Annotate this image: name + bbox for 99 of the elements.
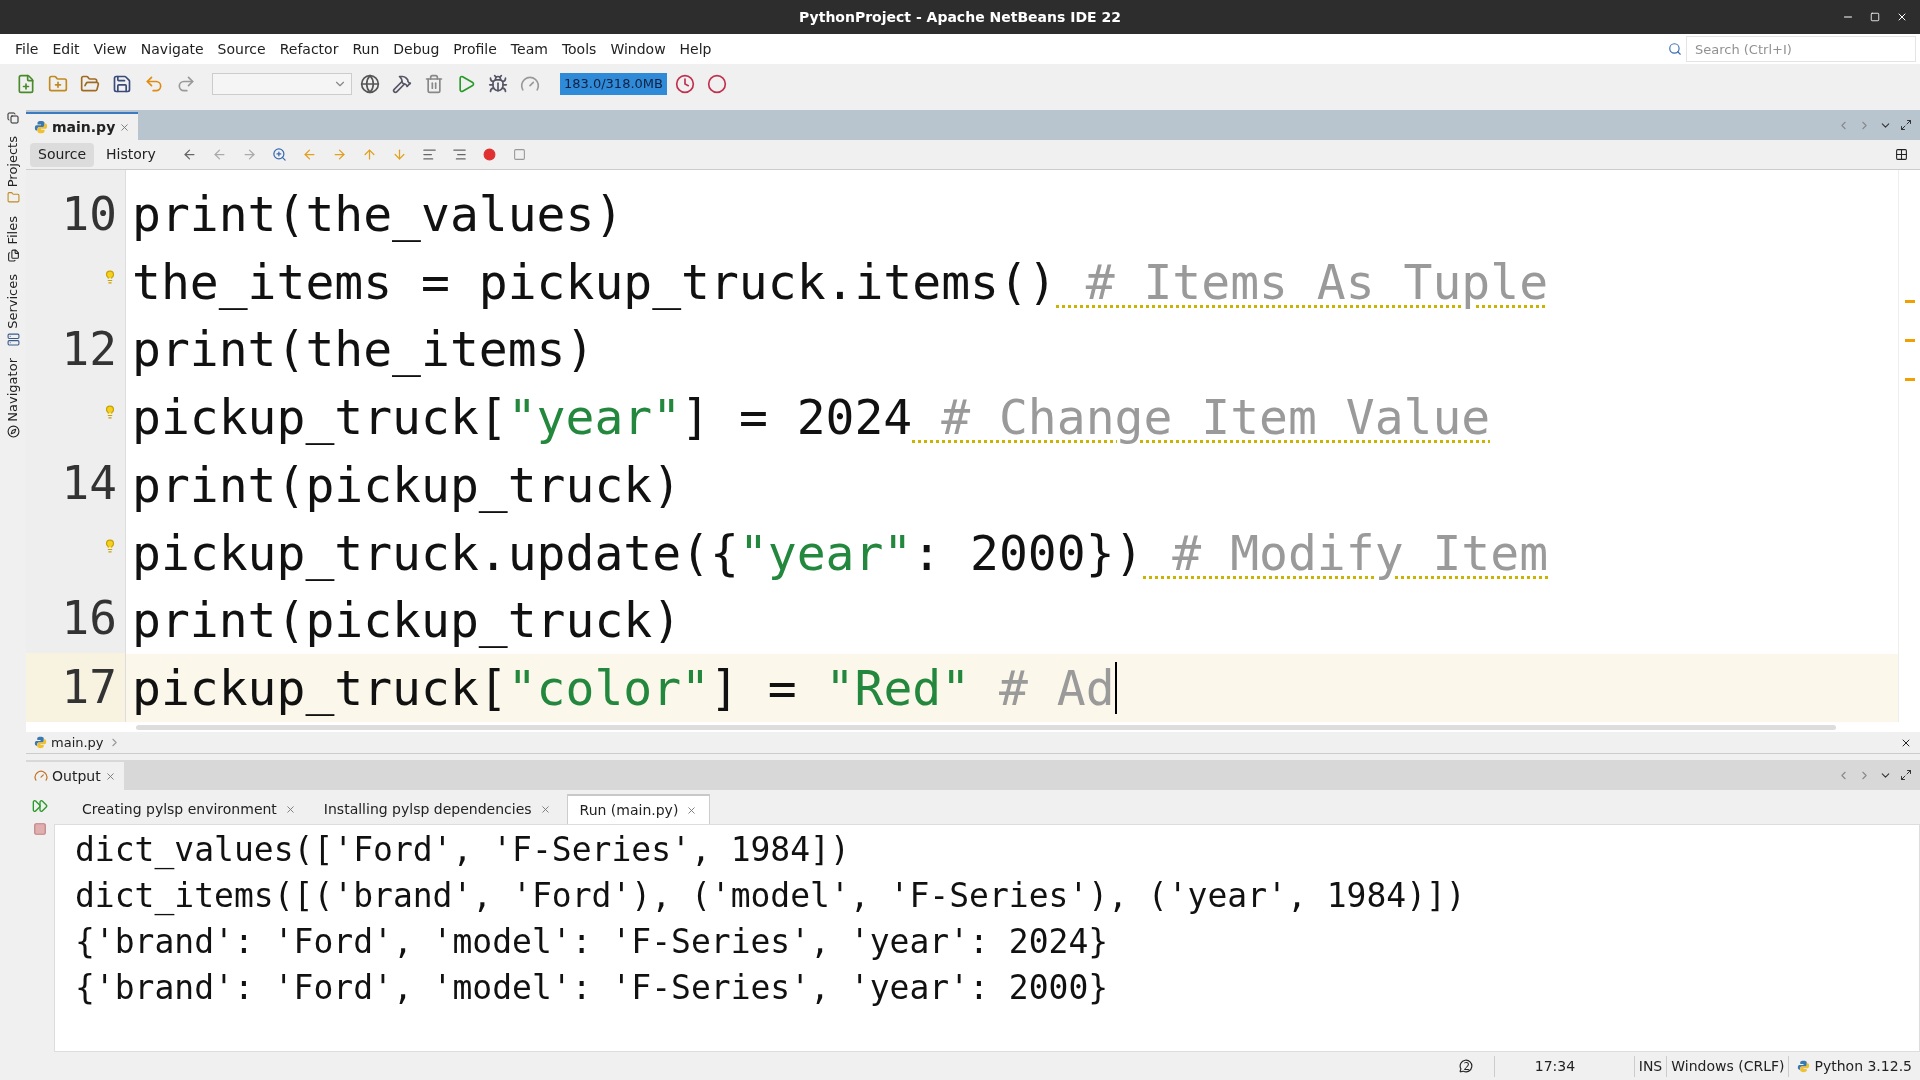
code-line: print(the_values)	[132, 184, 624, 244]
menu-item[interactable]: Refactor	[272, 38, 346, 60]
split-icon[interactable]	[1895, 148, 1908, 161]
menu-item[interactable]: Window	[603, 38, 673, 60]
menu-item[interactable]: Source	[210, 38, 273, 60]
menu-item[interactable]: Profile	[446, 38, 504, 60]
menu-item[interactable]: Run	[345, 38, 387, 60]
back-icon	[212, 147, 228, 162]
profile-icon	[520, 74, 540, 94]
next-bookmark-icon	[392, 147, 408, 162]
code-line: print(pickup_truck)	[132, 455, 682, 515]
save-all-icon	[112, 74, 132, 94]
hint-bulb-icon[interactable]	[103, 539, 117, 554]
compass-icon	[6, 425, 20, 439]
previous-bookmark-icon	[362, 147, 378, 162]
folder-icon	[6, 191, 20, 205]
search-field[interactable]: Search (Ctrl+I)	[1686, 36, 1916, 62]
search-icon	[1668, 42, 1682, 56]
maximize-icon[interactable]	[1900, 769, 1912, 781]
last-edit-icon	[182, 147, 198, 162]
hint-bulb-icon[interactable]	[103, 269, 117, 284]
record-macro-icon	[483, 148, 497, 161]
menu-item[interactable]: Team	[503, 38, 555, 60]
open-project-icon	[80, 74, 100, 94]
output-line: dict_values(['Ford', 'F-Series', 1984])	[75, 829, 851, 872]
menu-item[interactable]: Help	[672, 38, 719, 60]
output-line: {'brand': 'Ford', 'model': 'F-Series', 'year': 2024}	[75, 921, 1110, 963]
code-line: pickup_truck["color"] = "Red" # Ad	[132, 659, 1115, 719]
menu-item[interactable]: Tools	[554, 38, 604, 60]
files-icon	[6, 248, 20, 262]
globe-icon	[360, 74, 380, 94]
menu-item[interactable]: Navigate	[133, 38, 211, 60]
output-subtab[interactable]: Run (main.py)	[566, 794, 711, 824]
python-icon	[34, 120, 48, 134]
close-icon[interactable]	[1896, 11, 1908, 23]
line-number: 17	[61, 659, 117, 716]
text-caret	[1114, 662, 1117, 715]
output-line: {'brand': 'Ford', 'model': 'F-Series', 'year': 2000}	[75, 967, 1110, 1009]
line-number: 16	[61, 590, 117, 647]
window-title: PythonProject - Apache NetBeans IDE 22	[799, 7, 1121, 27]
find-icon	[272, 147, 288, 162]
view-tab[interactable]: History	[98, 142, 164, 167]
python-icon	[1797, 1059, 1811, 1073]
menu-item[interactable]: Edit	[45, 38, 87, 60]
output-line: dict_items([('brand', 'Ford'), ('model', 'F-Series'), ('year', 1984)])	[75, 875, 1467, 918]
new-file-icon	[16, 74, 36, 94]
code-line: the_items = pickup_truck.items() # Items As Tuple	[132, 252, 1549, 312]
line-number: 14	[61, 455, 117, 513]
insert-mode: INS	[1633, 1055, 1667, 1077]
python-icon	[34, 736, 47, 749]
build-icon	[392, 74, 412, 94]
shift-right-icon	[452, 147, 468, 162]
rerun-icon[interactable]	[32, 798, 48, 814]
shift-left-icon	[422, 147, 438, 162]
menu-item[interactable]: Debug	[386, 38, 447, 60]
notification-count: 2	[1463, 1059, 1470, 1074]
caret-position: 17:34	[1493, 1055, 1634, 1077]
memory-meter[interactable]: 183.0/318.0MB	[560, 73, 667, 95]
debug-icon	[488, 74, 508, 94]
next-match-icon	[332, 147, 348, 162]
hint-mark	[1904, 300, 1915, 303]
side-tab[interactable]: Services	[3, 273, 23, 329]
view-tab[interactable]: Source	[30, 142, 95, 167]
side-tab[interactable]: Navigator	[3, 357, 23, 422]
undo-icon	[144, 74, 164, 94]
output-subtab[interactable]: Installing pylsp dependencies	[311, 794, 563, 824]
code-line: pickup_truck["year"] = 2024 # Change Item Value	[132, 388, 1491, 448]
line-number: 12	[61, 320, 117, 378]
python-platform[interactable]: Python 3.12.5	[1814, 1055, 1912, 1077]
clean-build-icon	[424, 74, 444, 94]
menu-item[interactable]: File	[8, 38, 46, 60]
maximize-icon[interactable]	[1900, 119, 1912, 131]
notifications-icon[interactable]	[1459, 1059, 1474, 1073]
output-tab[interactable]: Output	[26, 762, 124, 790]
hint-mark	[1904, 378, 1915, 381]
side-tab[interactable]: Files	[3, 216, 23, 245]
breadcrumb[interactable]: main.py	[51, 732, 104, 753]
hint-bulb-icon[interactable]	[103, 404, 117, 419]
code-line: print(the_items)	[132, 320, 595, 380]
run-icon	[456, 74, 476, 94]
output-subtab[interactable]: Creating pylsp environment	[70, 794, 308, 824]
forward-icon	[242, 147, 258, 162]
stop-macro-icon	[513, 148, 527, 161]
server-icon	[6, 332, 20, 346]
stop-icon[interactable]	[33, 822, 47, 836]
restore-icon[interactable]	[7, 112, 19, 124]
editor-tab[interactable]: main.py	[26, 112, 139, 140]
maximize-icon[interactable]	[1870, 12, 1880, 22]
menu-item[interactable]: View	[86, 38, 134, 60]
line-number: 10	[61, 186, 117, 243]
previous-match-icon	[302, 147, 318, 162]
redo-icon	[176, 74, 196, 94]
code-line: pickup_truck.update({"year": 2000}) # Modify Item	[132, 523, 1549, 583]
horizontal-scrollbar[interactable]	[26, 722, 1920, 732]
hint-mark	[1904, 339, 1915, 342]
side-tab[interactable]: Projects	[3, 136, 23, 188]
code-line: print(pickup_truck)	[132, 591, 682, 651]
new-project-icon	[48, 74, 68, 94]
line-endings[interactable]: Windows (CRLF)	[1666, 1055, 1789, 1077]
